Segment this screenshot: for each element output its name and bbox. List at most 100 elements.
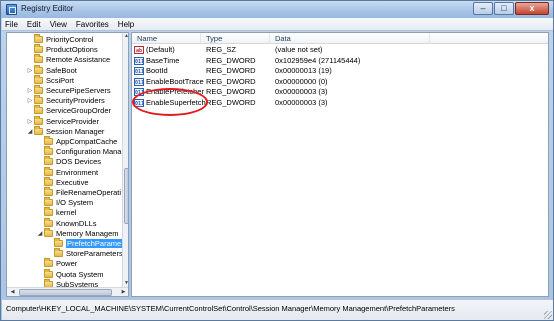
menu-view[interactable]: View — [50, 20, 67, 29]
folder-icon — [44, 136, 53, 145]
tree-expander-icon[interactable]: ◢ — [37, 230, 43, 237]
status-bar: Computer\HKEY_LOCAL_MACHINE\SYSTEM\Curre… — [2, 299, 553, 320]
tree-expander-icon[interactable]: ▷ — [27, 87, 33, 94]
value-name: BaseTime — [146, 55, 180, 65]
folder-icon — [44, 258, 53, 268]
tree-item-label: PrefetchParame — [66, 239, 123, 248]
tree-item-label: ProductOptions — [46, 45, 98, 55]
list-header: Name Type Data — [132, 33, 548, 44]
tree-item-label: Configuration Mana — [56, 147, 122, 157]
folder-icon — [34, 95, 43, 105]
tree-horizontal-scrollbar[interactable]: ◀ ▶ — [7, 287, 128, 296]
value-name: EnableSuperfetch — [146, 98, 206, 107]
tree-item-label: Quota System — [56, 269, 104, 279]
tree-item-label: AppCompatCache — [56, 137, 118, 146]
folder-icon — [44, 176, 53, 186]
title-bar[interactable]: Registry Editor – □ x — [1, 1, 553, 18]
value-row[interactable]: 011 BaseTime REG_DWORD 0x102959e4 (27114544… — [132, 56, 548, 66]
tree-item-label: KnownDLLs — [56, 218, 97, 228]
value-data: 0x00000003 (3) — [275, 87, 328, 97]
binary-value-icon: 011 — [134, 88, 145, 97]
value-type: REG_DWORD — [206, 98, 256, 107]
resize-grip-icon[interactable] — [544, 311, 552, 319]
folder-icon — [34, 44, 43, 54]
folder-icon — [34, 85, 43, 94]
minimize-button[interactable]: – — [473, 2, 493, 15]
value-row[interactable]: 011 EnableBootTrace REG_DWORD 0x00000000 (0… — [132, 77, 548, 87]
folder-icon — [34, 34, 43, 43]
folder-icon — [44, 156, 53, 166]
tree-item-label: DOS Devices — [56, 157, 102, 167]
folder-icon — [34, 125, 43, 135]
folder-icon — [44, 146, 53, 156]
tree-item-label: Executive — [56, 177, 89, 187]
window-controls: – □ x — [472, 2, 549, 16]
menu-file[interactable]: File — [5, 20, 18, 29]
value-type: REG_DWORD — [206, 55, 256, 65]
tree-vertical-scroll-thumb[interactable] — [124, 168, 128, 224]
tree-item-label: FileRenameOperati — [56, 188, 122, 197]
binary-value-icon: 011 — [134, 56, 145, 65]
value-row[interactable]: 011 EnableSuperfetch REG_DWORD 0x00000003 (… — [132, 98, 548, 108]
tree-vertical-scrollbar[interactable]: ▲ ▼ — [122, 33, 128, 287]
string-value-icon: ab — [134, 46, 144, 54]
folder-icon — [44, 268, 53, 278]
tree-expander-icon[interactable]: ◢ — [27, 128, 33, 135]
value-type: REG_DWORD — [206, 66, 256, 76]
scroll-down-arrow-icon[interactable]: ▼ — [123, 280, 128, 287]
folder-icon — [34, 74, 43, 84]
tree-item-label: ServiceProvider — [46, 116, 99, 126]
tree-item-label: ScsiPort — [46, 75, 74, 85]
tree-expander-icon[interactable]: ▷ — [27, 97, 33, 104]
folder-icon — [34, 105, 43, 115]
maximize-button[interactable]: □ — [494, 2, 514, 15]
value-data: (value not set) — [275, 45, 323, 54]
value-row[interactable]: 011 BootId REG_DWORD 0x00000013 (19) — [132, 66, 548, 76]
tree-item-label: Power — [56, 259, 78, 269]
tree-item-label: Session Manager — [46, 126, 105, 136]
registry-values-list[interactable]: Name Type Data ab (Default) REG_SZ (value n… — [131, 32, 549, 297]
value-name: EnableBootTrace — [146, 76, 204, 86]
tree-item-label: Environment — [56, 167, 99, 177]
menu-help[interactable]: Help — [118, 20, 134, 29]
tree-item-label: I/O System — [56, 198, 94, 208]
tree-item-label: PriorityControl — [46, 35, 94, 44]
registry-key-tree[interactable]: PriorityControl ProductOptions Remote Assi… — [6, 32, 129, 297]
value-type: REG_DWORD — [206, 76, 256, 86]
close-button[interactable]: x — [515, 2, 549, 15]
value-data: 0x00000003 (3) — [275, 98, 328, 107]
value-type: REG_DWORD — [206, 87, 256, 97]
column-header-type[interactable]: Type — [201, 33, 270, 44]
scroll-right-arrow-icon[interactable]: ▶ — [119, 288, 128, 296]
tree-expander-icon[interactable]: ▷ — [27, 67, 33, 74]
value-row[interactable]: ab (Default) REG_SZ (value not set) — [132, 45, 548, 55]
value-name: BootId — [146, 66, 168, 76]
value-name: (Default) — [146, 45, 175, 54]
folder-icon — [54, 238, 63, 247]
value-name: EnablePrefetcher — [146, 87, 204, 97]
menu-favorites[interactable]: Favorites — [76, 20, 109, 29]
binary-value-icon: 011 — [134, 77, 145, 86]
column-header-data[interactable]: Data — [270, 33, 430, 44]
binary-value-icon: 011 — [134, 99, 145, 107]
folder-icon — [44, 166, 53, 176]
tree-item-label: Memory Managem — [56, 228, 119, 238]
tree-item-label: SecurityProviders — [46, 96, 105, 106]
value-row[interactable]: 011 EnablePrefetcher REG_DWORD 0x00000003 (… — [132, 87, 548, 97]
value-data: 0x00000013 (19) — [275, 66, 332, 76]
menu-edit[interactable]: Edit — [27, 20, 41, 29]
tree-expander-icon[interactable]: ▷ — [27, 118, 33, 125]
registry-editor-icon — [6, 4, 17, 15]
value-data: 0x102959e4 (271145444) — [275, 55, 361, 65]
tree-item-label: ServiceGroupOrder — [46, 106, 112, 116]
tree-item-label: StoreParameters — [66, 249, 123, 259]
tree-item-label: SafeBoot — [46, 65, 77, 75]
scroll-left-arrow-icon[interactable]: ◀ — [8, 288, 17, 296]
menu-bar: File Edit View Favorites Help — [2, 18, 553, 31]
column-header-name[interactable]: Name — [132, 33, 201, 44]
binary-value-icon: 011 — [134, 67, 145, 76]
tree-horizontal-scroll-thumb[interactable] — [19, 289, 112, 296]
folder-icon — [44, 217, 53, 227]
tree-item-label: kernel — [56, 208, 77, 218]
scroll-up-arrow-icon[interactable]: ▲ — [123, 33, 128, 40]
